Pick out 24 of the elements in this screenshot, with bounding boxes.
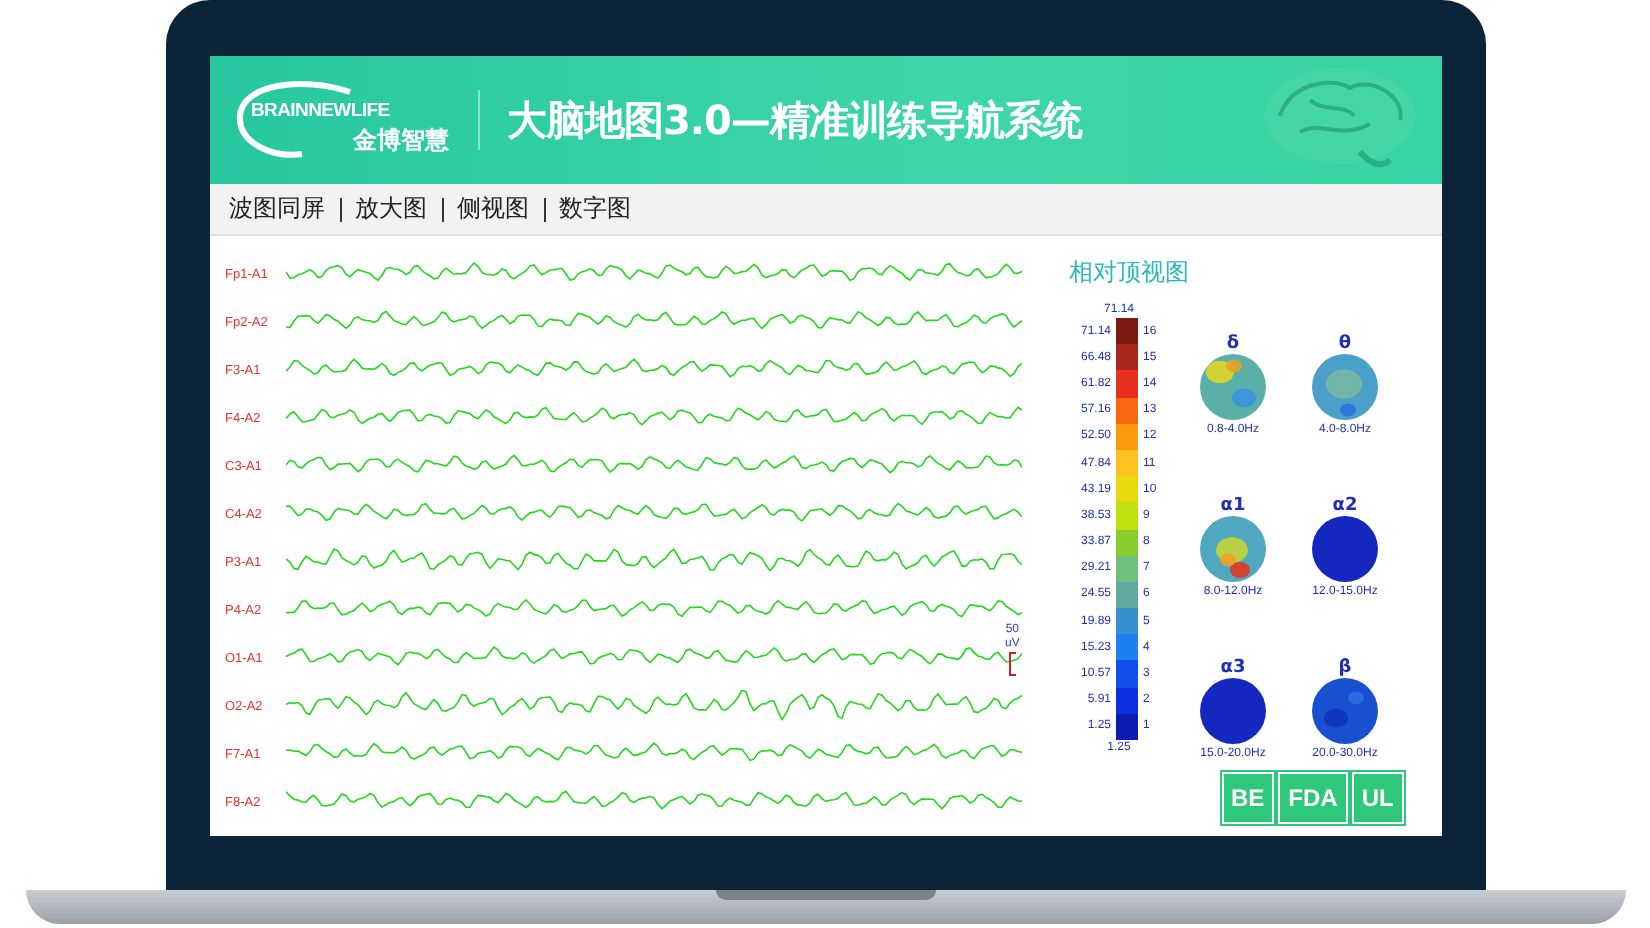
topo-map — [1200, 678, 1266, 744]
band-label: β — [1338, 658, 1352, 678]
certification-badge: FDA — [1278, 772, 1348, 824]
view-tab[interactable]: 波图同屏 — [225, 192, 329, 226]
certification-badge: UL — [1351, 772, 1404, 824]
panel-title: 相对顶视图 — [1069, 256, 1191, 290]
band-label: α3 — [1220, 658, 1246, 678]
band-label: α1 — [1220, 496, 1246, 516]
topo-map — [1312, 516, 1378, 582]
view-tab[interactable]: 数字图 — [555, 192, 635, 226]
scale-bracket-icon — [1007, 652, 1018, 676]
band-label: δ — [1226, 334, 1240, 354]
certification-badge: BE — [1221, 772, 1275, 824]
view-tab[interactable]: 放大图 — [351, 192, 431, 226]
logo-text: BRAINNEWLIFE — [251, 100, 390, 122]
topo-map — [1200, 516, 1266, 582]
view-tab[interactable]: 侧视图 — [453, 192, 533, 226]
logo-subtitle: 金博智慧 — [353, 124, 449, 158]
band-label: α2 — [1332, 496, 1358, 516]
topo-map — [1312, 678, 1378, 744]
topo-map — [1200, 354, 1266, 420]
topo-map — [1312, 354, 1378, 420]
band-label: θ — [1338, 334, 1352, 354]
app-title: 大脑地图3.0—精准训练导航系统 — [507, 93, 1082, 147]
